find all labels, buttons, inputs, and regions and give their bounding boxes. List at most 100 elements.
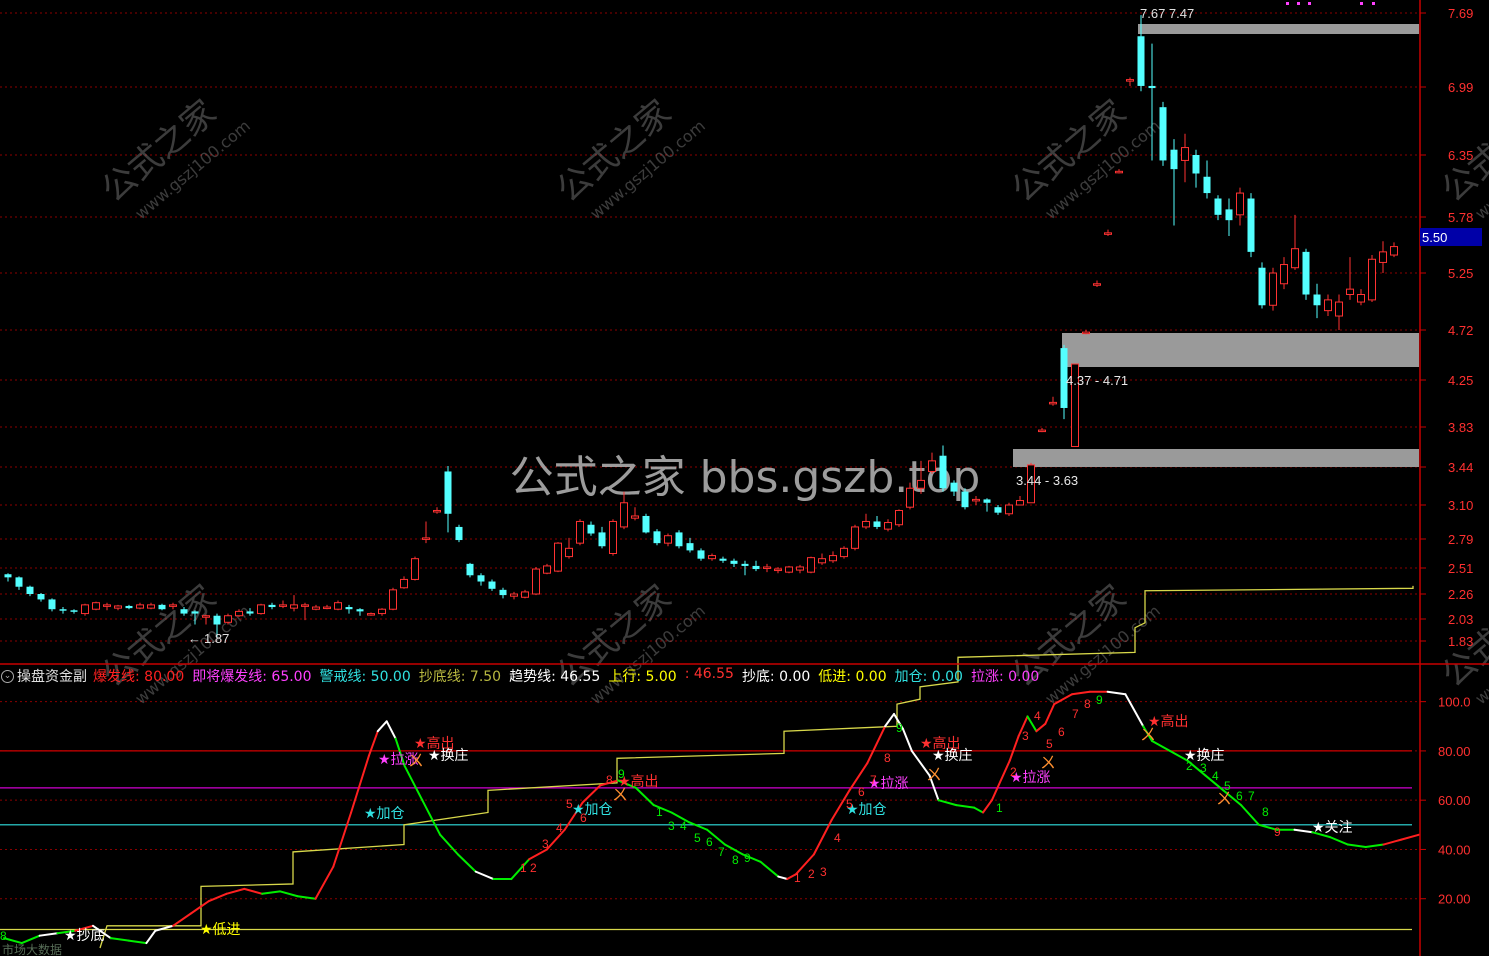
candle-body[interactable] <box>884 522 892 530</box>
candle-body[interactable] <box>554 542 562 572</box>
candle-body[interactable] <box>1203 176 1211 194</box>
candle-body[interactable] <box>257 604 265 615</box>
candle-body[interactable] <box>807 557 815 573</box>
candle-body[interactable] <box>1038 429 1046 433</box>
candle-body[interactable] <box>433 509 441 513</box>
candle-body[interactable] <box>1126 79 1134 82</box>
candle-body[interactable] <box>37 594 45 600</box>
candle-body[interactable] <box>180 609 188 614</box>
candle-body[interactable] <box>1214 198 1222 215</box>
candle-body[interactable] <box>191 611 199 614</box>
candle-body[interactable] <box>290 604 298 609</box>
candle-body[interactable] <box>312 606 320 610</box>
candle-body[interactable] <box>686 543 694 551</box>
candle-body[interactable] <box>1192 155 1200 174</box>
candle-body[interactable] <box>1258 267 1266 306</box>
candle-body[interactable] <box>1016 500 1024 506</box>
candle-body[interactable] <box>81 604 89 615</box>
candle-body[interactable] <box>730 560 738 564</box>
chart-canvas[interactable]: 公式之家 bbs.gszb.top 公式之家www.gszj100.com 公式之… <box>0 0 1489 956</box>
candle-body[interactable] <box>1181 147 1189 161</box>
candle-body[interactable] <box>1005 504 1013 515</box>
candle-body[interactable] <box>994 507 1002 513</box>
candle-body[interactable] <box>147 604 155 609</box>
candle-body[interactable] <box>246 611 254 614</box>
candle-body[interactable] <box>719 558 727 561</box>
candle-body[interactable] <box>1379 251 1387 263</box>
candle-body[interactable] <box>983 499 991 503</box>
candle-body[interactable] <box>543 565 551 574</box>
candle-body[interactable] <box>774 568 782 572</box>
candle-body[interactable] <box>609 520 617 554</box>
candle-body[interactable] <box>950 482 958 492</box>
candle-body[interactable] <box>1302 251 1310 295</box>
candle-body[interactable] <box>752 565 760 570</box>
candle-body[interactable] <box>895 509 903 526</box>
candle-body[interactable] <box>675 532 683 547</box>
candle-body[interactable] <box>851 526 859 549</box>
candle-body[interactable] <box>521 591 529 598</box>
candle-body[interactable] <box>1368 258 1376 301</box>
candle-body[interactable] <box>840 547 848 558</box>
candle-body[interactable] <box>400 578 408 589</box>
candle-body[interactable] <box>642 515 650 533</box>
candle-body[interactable] <box>598 532 606 547</box>
candle-body[interactable] <box>235 610 243 617</box>
candle-body[interactable] <box>455 526 463 541</box>
candle-body[interactable] <box>818 558 826 564</box>
candle-body[interactable] <box>1357 294 1365 303</box>
candle-body[interactable] <box>356 609 364 612</box>
candle-body[interactable] <box>873 521 881 527</box>
candle-body[interactable] <box>323 606 331 610</box>
candle-body[interactable] <box>1291 248 1299 269</box>
candle-body[interactable] <box>631 515 639 519</box>
candle-body[interactable] <box>70 610 78 612</box>
candle-body[interactable] <box>466 563 474 576</box>
candle-body[interactable] <box>1236 192 1244 216</box>
candle-body[interactable] <box>26 586 34 594</box>
candle-body[interactable] <box>862 520 870 528</box>
candle-body[interactable] <box>928 460 936 472</box>
candle-body[interactable] <box>499 589 507 596</box>
candlestick-series[interactable] <box>4 15 1398 637</box>
candle-body[interactable] <box>576 520 584 544</box>
candle-body[interactable] <box>224 615 232 623</box>
candle-body[interactable] <box>532 568 540 595</box>
candle-body[interactable] <box>1390 246 1398 256</box>
candle-body[interactable] <box>653 531 661 544</box>
candle-body[interactable] <box>213 615 221 625</box>
candle-body[interactable] <box>444 471 452 514</box>
candle-body[interactable] <box>796 566 804 571</box>
candle-body[interactable] <box>378 608 386 615</box>
candle-body[interactable] <box>829 555 837 562</box>
candle-body[interactable] <box>477 575 485 582</box>
candle-body[interactable] <box>1082 331 1090 335</box>
candle-body[interactable] <box>345 607 353 610</box>
candle-body[interactable] <box>48 599 56 610</box>
candle-body[interactable] <box>906 487 914 508</box>
candle-body[interactable] <box>114 605 122 609</box>
candle-body[interactable] <box>763 566 771 569</box>
candle-body[interactable] <box>268 604 276 608</box>
candle-body[interactable] <box>1225 209 1233 221</box>
candle-body[interactable] <box>279 604 287 607</box>
candle-body[interactable] <box>158 604 166 610</box>
candle-body[interactable] <box>1159 107 1167 161</box>
candle-body[interactable] <box>103 604 111 607</box>
indicator-name[interactable]: 操盘资金副 <box>17 666 87 686</box>
candle-body[interactable] <box>972 498 980 502</box>
candle-body[interactable] <box>785 566 793 573</box>
candle-body[interactable] <box>1324 299 1332 312</box>
candle-body[interactable] <box>422 537 430 540</box>
candle-body[interactable] <box>708 555 716 560</box>
candle-body[interactable] <box>1104 232 1112 235</box>
candle-body[interactable] <box>1247 198 1255 252</box>
candle-body[interactable] <box>510 593 518 597</box>
candle-body[interactable] <box>917 479 925 489</box>
candle-body[interactable] <box>169 604 177 607</box>
candle-body[interactable] <box>202 615 210 618</box>
candle-body[interactable] <box>587 524 595 534</box>
candle-body[interactable] <box>92 602 100 610</box>
candle-body[interactable] <box>125 605 133 609</box>
candle-body[interactable] <box>1269 272 1277 306</box>
